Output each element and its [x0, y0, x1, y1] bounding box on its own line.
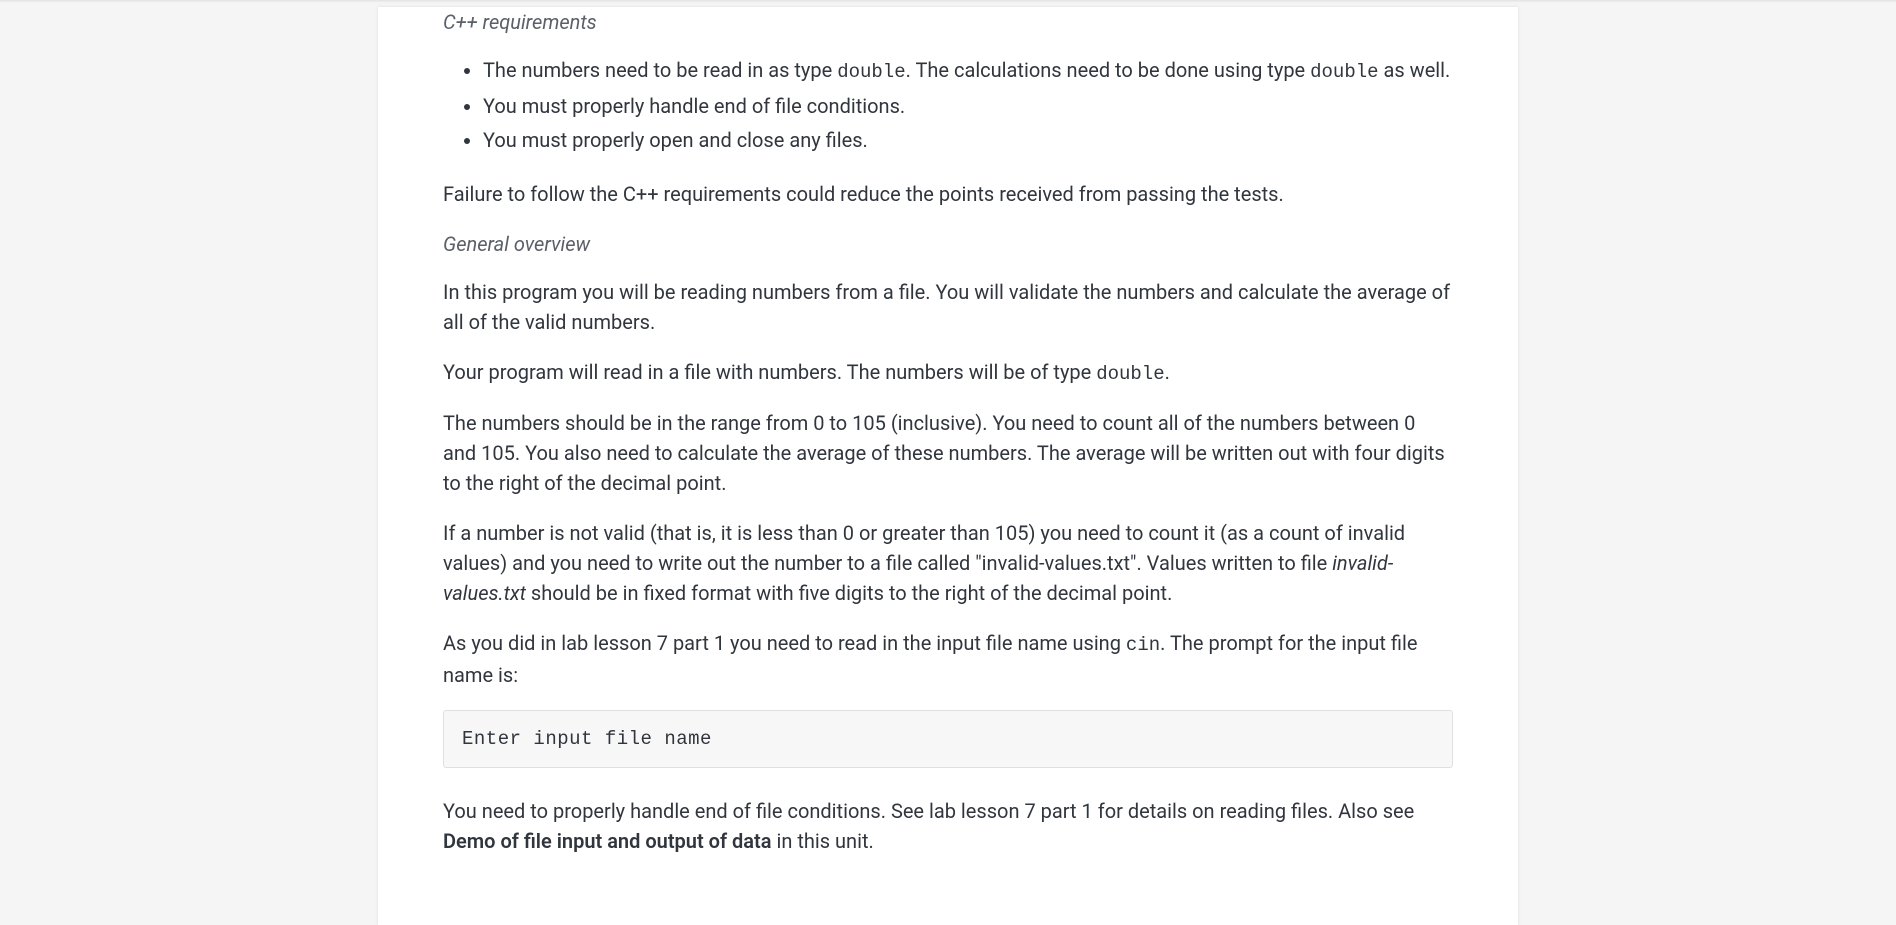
requirements-list: The numbers need to be read in as type d…: [443, 55, 1453, 155]
paragraph-invalid: If a number is not valid (that is, it is…: [443, 518, 1453, 608]
paragraph-range: The numbers should be in the range from …: [443, 408, 1453, 498]
list-item: You must properly open and close any fil…: [483, 125, 1453, 155]
code-inline: double: [1096, 363, 1164, 385]
cpp-requirements-heading: C++ requirements: [443, 7, 1453, 37]
paragraph-file-type: Your program will read in a file with nu…: [443, 357, 1453, 389]
paragraph-eof: You need to properly handle end of file …: [443, 796, 1453, 856]
demo-reference: Demo of file input and output of data: [443, 829, 772, 853]
code-inline: double: [1310, 61, 1378, 83]
paragraph-overview: In this program you will be reading numb…: [443, 277, 1453, 337]
code-inline: double: [837, 61, 905, 83]
paragraph-failure: Failure to follow the C++ requirements c…: [443, 179, 1453, 209]
list-item: The numbers need to be read in as type d…: [483, 55, 1453, 87]
document-content: C++ requirements The numbers need to be …: [378, 7, 1518, 925]
list-item: You must properly handle end of file con…: [483, 91, 1453, 121]
paragraph-prompt: As you did in lab lesson 7 part 1 you ne…: [443, 628, 1453, 690]
code-inline: cin: [1126, 634, 1160, 656]
code-block: Enter input file name: [443, 710, 1453, 769]
general-overview-heading: General overview: [443, 229, 1453, 259]
